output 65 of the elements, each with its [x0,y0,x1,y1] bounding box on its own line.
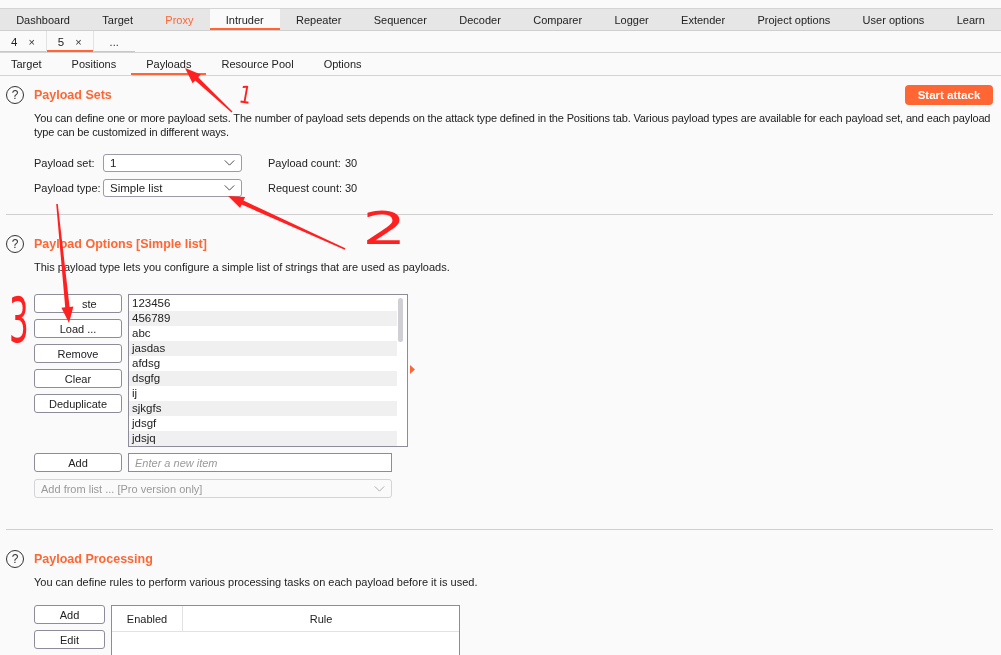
list-item[interactable]: abc [129,326,397,341]
field-label: Payload set: [34,157,96,169]
main-tab[interactable]: Sequencer [357,9,444,30]
scrollbar[interactable] [398,298,403,342]
main-tab[interactable]: Target [86,9,150,30]
chevron-down-icon [224,185,235,191]
main-tab[interactable]: Intruder [209,9,280,30]
annotation-number: 2 [362,203,407,255]
sub-tab[interactable]: Positions [56,53,132,75]
list-item[interactable]: jdsjq [129,431,397,446]
count-value: 30 [345,182,358,194]
close-button[interactable]: × [75,35,82,48]
count-label: Payload count: [268,157,342,169]
main-tab[interactable]: Dashboard [0,9,87,30]
list-item[interactable]: jdsgf [129,416,397,431]
main-tab[interactable]: Project options [741,9,847,30]
main-tab[interactable]: Logger [598,9,665,30]
list-action-button[interactable]: Deduplicate [34,394,122,413]
sub-tab[interactable]: Payloads [131,53,207,75]
list-item[interactable]: ij [129,386,397,401]
chevron-down-icon [374,485,385,492]
instance-tab[interactable]: 5 × [46,31,94,52]
main-tab[interactable]: Extender [664,9,742,30]
list-action-button[interactable]: Remove [34,344,122,363]
sub-tab[interactable]: Target [0,53,57,75]
count-label: Request count: [268,182,343,194]
more-tabs-button[interactable]: ... [93,31,135,52]
section-heading: Payload Processing [34,552,153,566]
chevron-down-icon [224,160,235,166]
list-item[interactable]: 123456 [129,296,397,311]
triangle-marker-icon[interactable] [410,365,415,374]
list-item[interactable]: sjkgfs [129,401,397,416]
list-item[interactable]: jasdas [129,341,397,356]
list-action-button[interactable]: Load ... [34,319,122,338]
main-tab[interactable]: Decoder [443,9,518,30]
rule-action-button[interactable]: Add [34,605,105,624]
column-header[interactable]: Enabled [112,606,183,631]
new-item-field[interactable]: Enter a new item [128,453,392,472]
dropdown-field[interactable]: Simple list [103,179,242,197]
close-button[interactable]: × [28,35,35,48]
main-tab[interactable]: Comparer [517,9,599,30]
main-tab[interactable]: Learn [940,9,1001,30]
section-description: You can define rules to perform various processing tasks on each payload before it is used. [34,575,479,589]
annotation-number: 3 [9,285,29,358]
list-item[interactable]: afdsg [129,356,397,371]
dropdown-field[interactable]: 1 [103,154,242,172]
field-label: Payload type: [34,182,102,194]
sub-tab[interactable]: Resource Pool [206,53,309,75]
section-description: You can define one or more payload sets. The number of payload sets depends on the attack type defined in the Positions tab. Various payload types are available for each payload set, and each payload type can be customized in different ways. [34,111,992,139]
list-action-button[interactable]: ste [34,294,122,313]
main-tab[interactable]: User options [846,9,941,30]
annotation-number: 1 [237,80,254,110]
list-action-button[interactable]: Clear [34,369,122,388]
annotation-arrow [185,68,233,113]
list-item[interactable]: dsgfg [129,371,397,386]
main-tab[interactable]: Repeater [279,9,358,30]
column-header[interactable]: Rule [183,606,459,631]
count-value: 30 [345,157,358,169]
instance-tab[interactable]: 4 × [0,31,47,52]
payload-list[interactable]: 123456 456789 abc jasdas afdsg dsgfg ij sjkgfs jdsgf jdsjq [128,294,408,447]
section-heading: Payload Sets [34,88,112,102]
sub-tab[interactable]: Options [308,53,377,75]
rule-action-button[interactable]: Edit [34,630,105,649]
add-button[interactable]: Add [34,453,122,472]
list-item[interactable]: 456789 [129,311,397,326]
